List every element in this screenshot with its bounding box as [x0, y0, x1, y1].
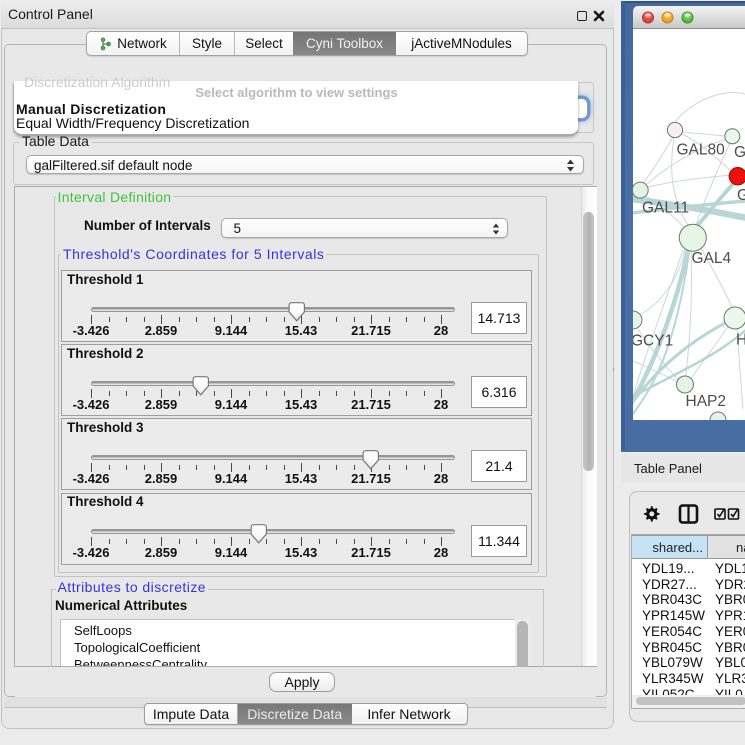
svg-text:G: G: [737, 187, 745, 204]
svg-text:GCY1: GCY1: [633, 333, 673, 350]
svg-text:HAP2: HAP2: [686, 393, 727, 410]
svg-text:GA: GA: [734, 144, 745, 161]
svg-text:GAL80: GAL80: [677, 142, 726, 159]
svg-text:GAL4: GAL4: [692, 250, 732, 267]
svg-text:GAL11: GAL11: [642, 200, 689, 217]
svg-text:H: H: [736, 332, 745, 349]
